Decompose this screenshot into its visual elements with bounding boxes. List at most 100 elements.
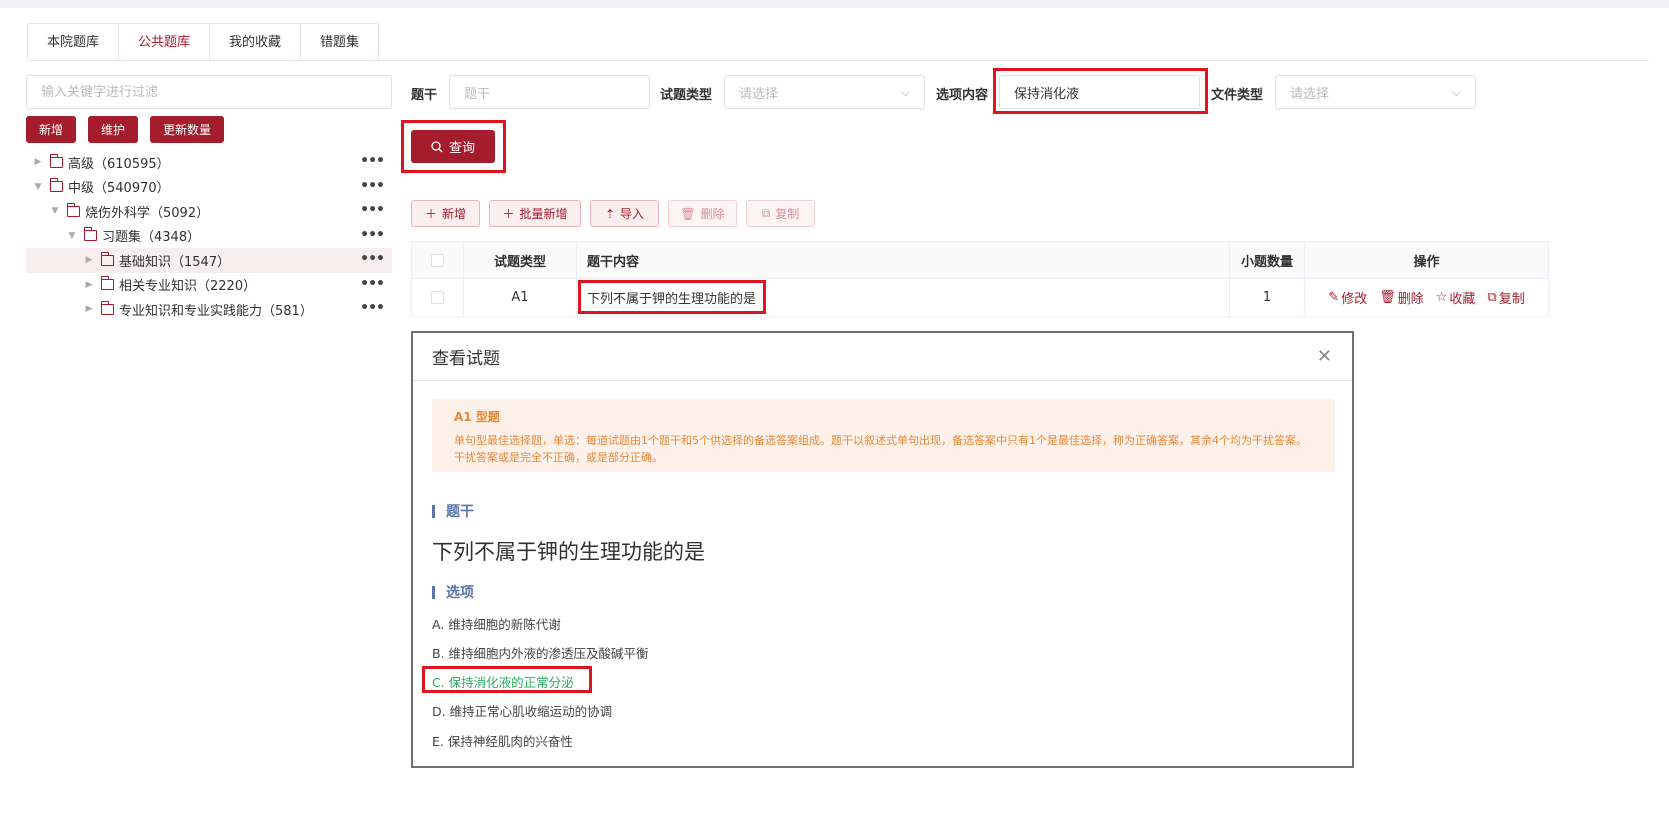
import-button[interactable]: ⇡ 导入 bbox=[590, 200, 659, 227]
table-header: 试题类型 题干内容 小题数量 操作 bbox=[412, 242, 1548, 279]
tab-public-bank[interactable]: 公共题库 bbox=[119, 24, 211, 61]
folder-icon bbox=[100, 300, 114, 315]
tree-node[interactable]: ▶ 专业知识和专业实践能力（581） ••• bbox=[26, 297, 392, 322]
row-checkbox[interactable] bbox=[431, 291, 444, 304]
delete-link[interactable]: 🗑 删除 bbox=[1379, 288, 1424, 307]
folder-icon bbox=[100, 251, 114, 266]
chevron-down-icon: ⌵ bbox=[900, 84, 910, 99]
row-type: A1 bbox=[464, 279, 577, 316]
folder-open-icon bbox=[66, 202, 80, 217]
more-icon[interactable]: ••• bbox=[360, 248, 385, 270]
top-bar bbox=[0, 0, 1669, 8]
folder-open-icon bbox=[49, 178, 63, 193]
tree-node[interactable]: ▶ 相关专业知识（2220） ••• bbox=[26, 273, 392, 298]
caret-right-icon[interactable]: ▶ bbox=[32, 156, 44, 168]
tree-node[interactable]: ▼ 习题集（4348） ••• bbox=[26, 224, 392, 249]
caret-down-icon[interactable]: ▼ bbox=[66, 230, 78, 242]
question-stem: 下列不属于钾的生理功能的是 bbox=[432, 540, 705, 564]
edit-icon: ✎ bbox=[1328, 290, 1340, 305]
batch-add-button[interactable]: ＋批量新增 bbox=[489, 200, 581, 227]
star-icon: ☆ bbox=[1435, 290, 1448, 305]
highlight-box bbox=[401, 120, 506, 173]
tree-node-label: 习题集（4348） bbox=[102, 230, 201, 246]
header-type: 试题类型 bbox=[464, 242, 577, 278]
close-icon[interactable]: ✕ bbox=[1317, 346, 1332, 367]
folder-open-icon bbox=[83, 227, 97, 242]
dialog-header: 查看试题 ✕ bbox=[413, 333, 1352, 381]
tab-bar: 本院题库 公共题库 我的收藏 错题集 bbox=[27, 23, 380, 61]
highlight-box bbox=[993, 68, 1208, 114]
tree-node-label: 高级（610595） bbox=[68, 156, 170, 172]
more-icon[interactable]: ••• bbox=[360, 224, 385, 246]
stem-section-heading: 题干 bbox=[432, 501, 474, 521]
trash-icon: 🗑 bbox=[1379, 290, 1396, 305]
tree-node[interactable]: ▼ 烧伤外科学（5092） ••• bbox=[26, 199, 392, 224]
options-section-heading: 选项 bbox=[432, 582, 474, 602]
more-icon[interactable]: ••• bbox=[360, 150, 385, 172]
caret-right-icon[interactable]: ▶ bbox=[83, 303, 95, 315]
plus-icon: ＋ bbox=[502, 207, 515, 221]
info-title: A1 型题 bbox=[454, 410, 500, 424]
caret-right-icon[interactable]: ▶ bbox=[83, 254, 95, 266]
row-count: 1 bbox=[1230, 279, 1305, 316]
option-d: D. 维持正常心肌收缩运动的协调 bbox=[432, 704, 613, 719]
tree-node[interactable]: ▼ 中级（540970） ••• bbox=[26, 175, 392, 200]
tree-node-label: 基础知识（1547） bbox=[119, 254, 231, 270]
caret-right-icon[interactable]: ▶ bbox=[83, 279, 95, 291]
trash-icon: 🗑 bbox=[680, 206, 696, 221]
add-question-button[interactable]: ＋新增 bbox=[411, 200, 480, 227]
select-all-checkbox[interactable] bbox=[431, 253, 444, 267]
option-label: 选项内容 bbox=[936, 88, 989, 103]
plus-icon: ＋ bbox=[424, 207, 437, 221]
favorite-link[interactable]: ☆ 收藏 bbox=[1436, 288, 1476, 307]
folder-icon bbox=[49, 153, 63, 168]
delete-button[interactable]: 🗑 删除 bbox=[668, 200, 737, 227]
folder-icon bbox=[100, 276, 114, 291]
stem-input[interactable]: 题干 bbox=[449, 75, 650, 109]
tab-divider bbox=[27, 60, 1649, 61]
highlight-box bbox=[422, 666, 592, 693]
file-type-select[interactable]: 请选择 ⌵ bbox=[1275, 75, 1476, 109]
header-count: 小题数量 bbox=[1230, 242, 1305, 278]
tab-wrong-questions[interactable]: 错题集 bbox=[301, 24, 379, 61]
caret-down-icon[interactable]: ▼ bbox=[32, 181, 44, 193]
type-label: 试题类型 bbox=[660, 88, 713, 103]
option-e: E. 保持神经肌肉的兴奋性 bbox=[432, 734, 573, 749]
edit-link[interactable]: ✎ 修改 bbox=[1328, 288, 1367, 307]
copy-icon: ⧉ bbox=[761, 206, 771, 220]
info-text: 单句型最佳选择题，单选：每道试题由1个题干和5个供选择的备选答案组成。题干以叙述… bbox=[454, 434, 1307, 464]
tab-hospital-bank[interactable]: 本院题库 bbox=[28, 24, 120, 61]
option-b: B. 维持细胞内外液的渗透压及酸碱平衡 bbox=[432, 646, 649, 661]
question-type-info: A1 型题 单句型最佳选择题，单选：每道试题由1个题干和5个供选择的备选答案组成… bbox=[432, 399, 1335, 472]
dialog-title: 查看试题 bbox=[432, 349, 500, 369]
header-ops: 操作 bbox=[1413, 254, 1440, 270]
tab-my-favorites[interactable]: 我的收藏 bbox=[210, 24, 302, 61]
view-question-dialog: 查看试题 ✕ A1 型题 单句型最佳选择题，单选：每道试题由1个题干和5个供选择… bbox=[411, 331, 1354, 768]
caret-down-icon[interactable]: ▼ bbox=[49, 205, 61, 217]
more-icon[interactable]: ••• bbox=[360, 175, 385, 197]
header-stem: 题干内容 bbox=[577, 242, 1230, 278]
chevron-down-icon: ⌵ bbox=[1451, 84, 1461, 99]
more-icon[interactable]: ••• bbox=[360, 297, 385, 319]
tree-node-label: 烧伤外科学（5092） bbox=[85, 205, 210, 221]
copy-link[interactable]: ⧉ 复制 bbox=[1487, 288, 1524, 307]
tree-node[interactable]: ▶ 高级（610595） ••• bbox=[26, 150, 392, 175]
more-icon[interactable]: ••• bbox=[360, 273, 385, 295]
tree-node-label: 相关专业知识（2220） bbox=[119, 279, 257, 295]
tree-update-count-button[interactable]: 更新数量 bbox=[150, 116, 225, 143]
tree-add-button[interactable]: 新增 bbox=[26, 116, 77, 143]
tree-maintain-button[interactable]: 维护 bbox=[88, 116, 139, 143]
more-icon[interactable]: ••• bbox=[360, 199, 385, 221]
tree-node-selected[interactable]: ▶ 基础知识（1547） ••• bbox=[26, 248, 392, 273]
file-type-label: 文件类型 bbox=[1211, 88, 1264, 103]
tree-filter-input[interactable] bbox=[26, 75, 392, 109]
option-a: A. 维持细胞的新陈代谢 bbox=[432, 617, 561, 632]
type-select[interactable]: 请选择 ⌵ bbox=[724, 75, 925, 109]
category-tree: ▶ 高级（610595） ••• ▼ 中级（540970） ••• ▼ 烧伤外科… bbox=[26, 150, 392, 322]
highlight-box bbox=[578, 280, 766, 314]
copy-button[interactable]: ⧉ 复制 bbox=[746, 200, 815, 227]
tree-node-label: 中级（540970） bbox=[68, 181, 170, 197]
upload-icon: ⇡ bbox=[604, 206, 616, 221]
tree-node-label: 专业知识和专业实践能力（581） bbox=[119, 303, 313, 319]
copy-icon: ⧉ bbox=[1487, 290, 1497, 305]
